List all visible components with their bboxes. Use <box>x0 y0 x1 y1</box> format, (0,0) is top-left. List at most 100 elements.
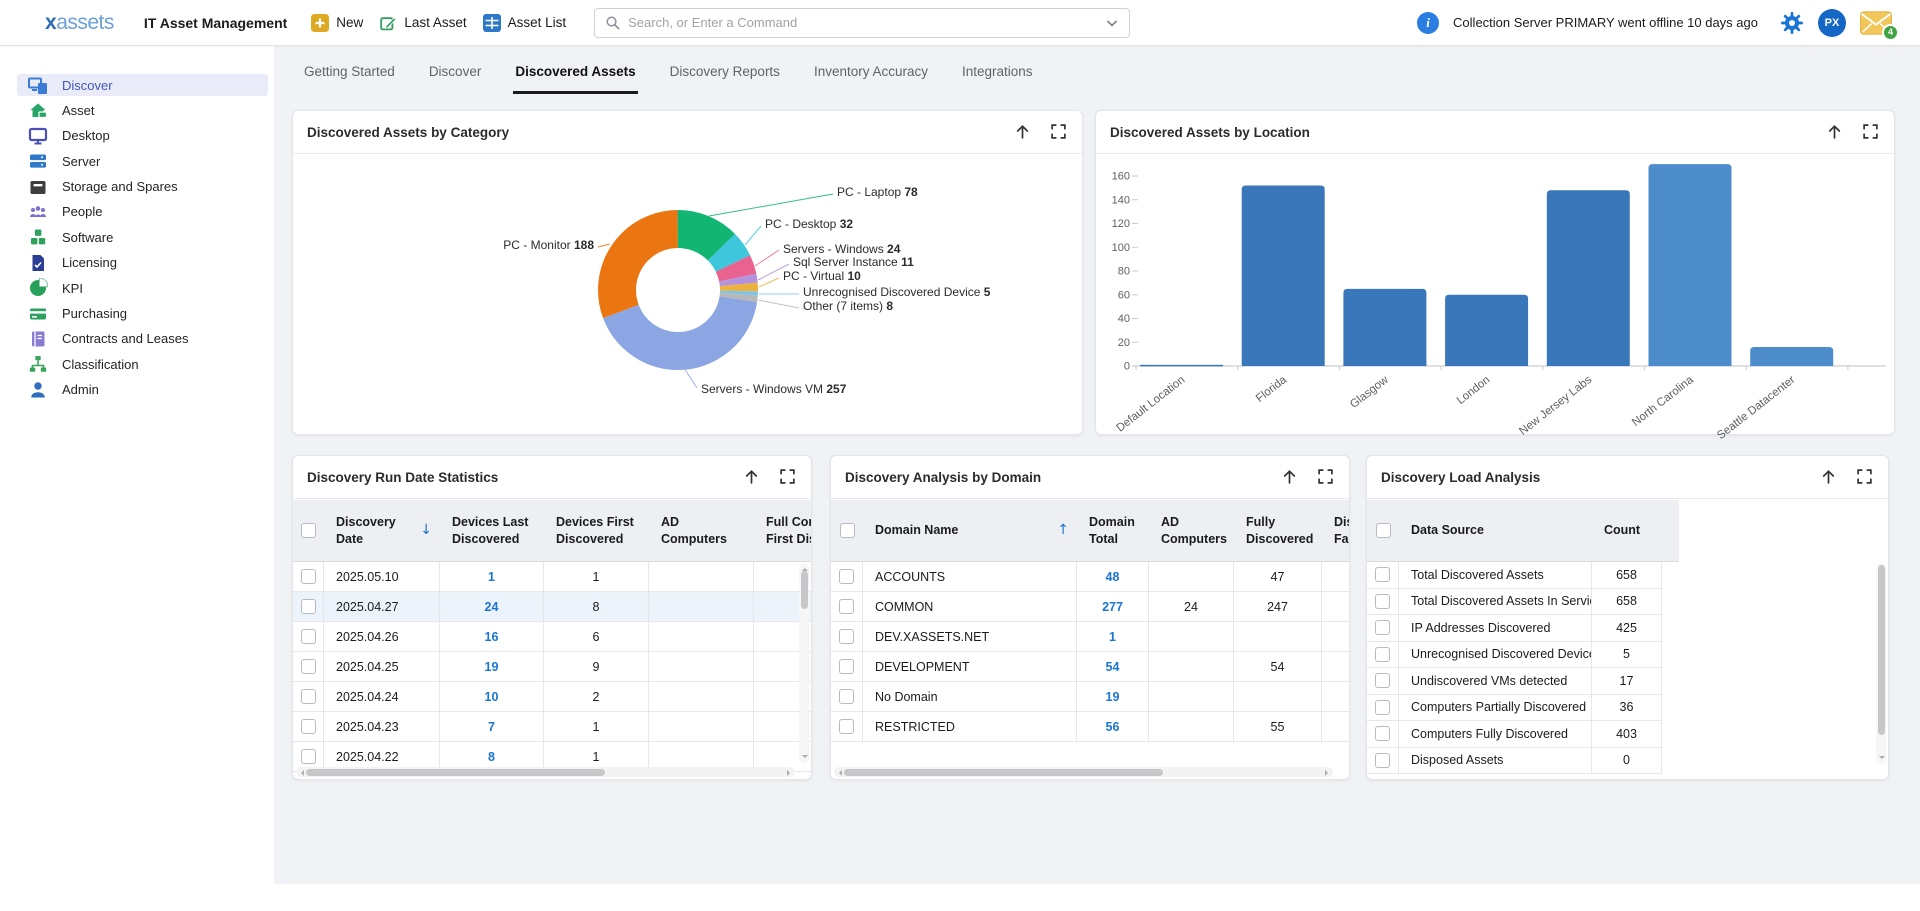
row-checkbox[interactable] <box>1375 673 1390 688</box>
column-header-fully-discovered[interactable]: Fully Discovered <box>1234 500 1322 561</box>
row-checkbox[interactable] <box>1375 647 1390 662</box>
horizontal-scrollbar[interactable] <box>296 767 795 777</box>
cell-link[interactable]: 24 <box>440 592 544 621</box>
row-checkbox[interactable] <box>1375 753 1390 768</box>
column-header-ad-computers[interactable]: AD Computers <box>1149 500 1234 561</box>
info-icon[interactable]: i <box>1417 12 1439 34</box>
row-checkbox[interactable] <box>301 659 316 674</box>
sidebar-item-admin[interactable]: Admin <box>17 379 268 401</box>
column-header-domain-total[interactable]: Domain Total <box>1077 500 1149 561</box>
row-checkbox[interactable] <box>1375 594 1390 609</box>
settings-gear-icon[interactable] <box>1780 11 1804 35</box>
fullscreen-expand-icon[interactable] <box>1050 123 1068 141</box>
column-header-discovery-date[interactable]: Discovery Date↓ <box>324 500 440 561</box>
export-arrow-up-icon[interactable] <box>743 468 761 486</box>
cell-link[interactable]: 19 <box>1077 682 1149 711</box>
row-checkbox[interactable] <box>1375 620 1390 635</box>
vertical-scrollbar[interactable] <box>1876 563 1886 764</box>
cell-link[interactable]: 56 <box>1077 712 1149 741</box>
cell-link[interactable]: 54 <box>1077 652 1149 681</box>
column-header-domain-name[interactable]: Domain Name↑ <box>863 500 1077 561</box>
sidebar-item-desktop[interactable]: Desktop <box>17 125 268 147</box>
row-checkbox[interactable] <box>301 629 316 644</box>
cell-link[interactable]: 10 <box>440 682 544 711</box>
fullscreen-expand-icon[interactable] <box>1317 468 1335 486</box>
sidebar-item-discover[interactable]: Discover <box>17 74 268 96</box>
bar-default-location[interactable] <box>1140 365 1223 367</box>
bar-florida[interactable] <box>1242 186 1325 367</box>
sidebar-item-people[interactable]: People <box>17 201 268 223</box>
row-checkbox[interactable] <box>301 719 316 734</box>
fullscreen-expand-icon[interactable] <box>779 468 797 486</box>
sidebar-item-purchasing[interactable]: Purchasing <box>17 303 268 325</box>
bar-new-jersey-labs[interactable] <box>1547 190 1630 366</box>
cell-link[interactable]: 7 <box>440 712 544 741</box>
column-header-dis-fail[interactable]: Dis Fail <box>1322 500 1349 561</box>
sidebar-item-server[interactable]: Server <box>17 150 268 172</box>
tab-discover[interactable]: Discover <box>427 46 484 94</box>
column-header-full-comp-first-disc[interactable]: Full Comp First Disc <box>754 500 811 561</box>
column-header-ad-computers[interactable]: AD Computers <box>649 500 754 561</box>
row-checkbox[interactable] <box>301 689 316 704</box>
row-checkbox[interactable] <box>839 659 854 674</box>
search-input[interactable] <box>628 15 1105 30</box>
column-header-devices-first-discovered[interactable]: Devices First Discovered <box>544 500 649 561</box>
export-arrow-up-icon[interactable] <box>1820 468 1838 486</box>
export-arrow-up-icon[interactable] <box>1826 123 1844 141</box>
sidebar-item-asset[interactable]: Asset <box>17 99 268 121</box>
sidebar-item-software[interactable]: Software <box>17 226 268 248</box>
select-all-checkbox[interactable] <box>840 523 855 538</box>
select-all-checkbox[interactable] <box>301 523 316 538</box>
row-checkbox[interactable] <box>1375 726 1390 741</box>
tab-getting-started[interactable]: Getting Started <box>302 46 397 94</box>
xassets-logo[interactable]: xassets <box>45 12 114 33</box>
row-checkbox[interactable] <box>839 599 854 614</box>
cell-link[interactable]: 19 <box>440 652 544 681</box>
tab-integrations[interactable]: Integrations <box>960 46 1035 94</box>
row-checkbox[interactable] <box>301 599 316 614</box>
new-button[interactable]: New <box>311 14 363 32</box>
row-checkbox[interactable] <box>1375 700 1390 715</box>
cell-link[interactable]: 48 <box>1077 562 1149 591</box>
cell-link[interactable]: 1 <box>1077 622 1149 651</box>
cell-link[interactable]: 1 <box>440 562 544 591</box>
sidebar-item-storage-and-spares[interactable]: Storage and Spares <box>17 176 268 198</box>
tab-discovery-reports[interactable]: Discovery Reports <box>668 46 782 94</box>
last-asset-button[interactable]: Last Asset <box>379 14 466 32</box>
messages-envelope-icon[interactable]: 4 <box>1860 11 1892 35</box>
asset-list-button[interactable]: Asset List <box>483 14 567 32</box>
row-checkbox[interactable] <box>839 719 854 734</box>
column-header-count[interactable]: Count <box>1592 500 1662 561</box>
sidebar-item-kpi[interactable]: KPI <box>17 277 268 299</box>
row-checkbox[interactable] <box>839 689 854 704</box>
horizontal-scrollbar[interactable] <box>834 767 1333 777</box>
fullscreen-expand-icon[interactable] <box>1862 123 1880 141</box>
fullscreen-expand-icon[interactable] <box>1856 468 1874 486</box>
row-checkbox[interactable] <box>1375 567 1390 582</box>
search-combo[interactable] <box>594 8 1130 38</box>
bar-glasgow[interactable] <box>1343 289 1426 366</box>
column-header-devices-last-discovered[interactable]: Devices Last Discovered <box>440 500 544 561</box>
row-checkbox[interactable] <box>301 749 316 764</box>
chevron-down-icon[interactable] <box>1105 16 1119 30</box>
sidebar-item-licensing[interactable]: Licensing <box>17 252 268 274</box>
vertical-scrollbar[interactable] <box>799 563 809 763</box>
select-all-checkbox[interactable] <box>1376 523 1391 538</box>
tab-inventory-accuracy[interactable]: Inventory Accuracy <box>812 46 930 94</box>
cell-link[interactable]: 16 <box>440 622 544 651</box>
tab-discovered-assets[interactable]: Discovered Assets <box>513 46 637 94</box>
bar-london[interactable] <box>1445 295 1528 366</box>
user-avatar[interactable]: PX <box>1818 9 1846 37</box>
bar-north-carolina[interactable] <box>1649 164 1732 366</box>
row-checkbox[interactable] <box>839 629 854 644</box>
sidebar-item-classification[interactable]: Classification <box>17 353 268 375</box>
column-header-data-source[interactable]: Data Source <box>1399 500 1592 561</box>
sidebar-item-contracts-and-leases[interactable]: Contracts and Leases <box>17 328 268 350</box>
export-arrow-up-icon[interactable] <box>1014 123 1032 141</box>
row-checkbox[interactable] <box>301 569 316 584</box>
bar-seattle-datacenter[interactable] <box>1750 347 1833 366</box>
cell-link[interactable]: 277 <box>1077 592 1149 621</box>
y-tick-label: 20 <box>1118 337 1130 349</box>
row-checkbox[interactable] <box>839 569 854 584</box>
export-arrow-up-icon[interactable] <box>1281 468 1299 486</box>
